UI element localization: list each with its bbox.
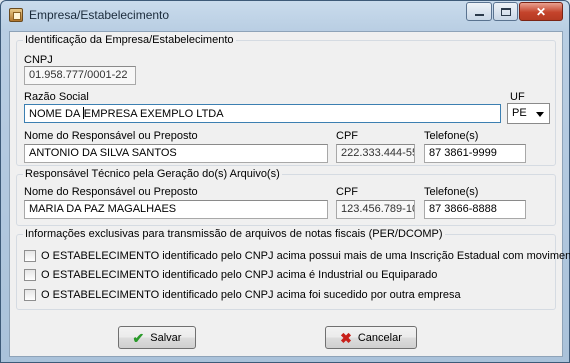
razao-social-text-before: NOME DA [29, 108, 83, 120]
group-responsavel-tecnico-legend: Responsável Técnico pela Geração do(s) A… [23, 168, 282, 180]
checkbox-label: O ESTABELECIMENTO identificado pelo CNPJ… [41, 289, 461, 301]
maximize-button[interactable] [493, 2, 518, 21]
tecnico-responsavel-field[interactable]: MARIA DA PAZ MAGALHAES [24, 200, 328, 219]
razao-social-field[interactable]: NOME DA EMPRESA EXEMPLO LTDA [24, 104, 501, 123]
cpf-label: CPF [336, 130, 358, 142]
save-button[interactable]: ✔ Salvar [118, 326, 196, 349]
group-informacoes-legend: Informações exclusivas para transmissão … [23, 228, 445, 240]
checkmark-icon: ✔ [132, 329, 145, 346]
tecnico-cpf-label: CPF [336, 186, 358, 198]
uf-selected-value: PE [512, 107, 527, 119]
checkbox[interactable] [24, 250, 36, 262]
checkbox-row[interactable]: O ESTABELECIMENTO identificado pelo CNPJ… [24, 268, 437, 282]
checkbox-row[interactable]: O ESTABELECIMENTO identificado pelo CNPJ… [24, 249, 570, 263]
cancel-button-label: Cancelar [357, 331, 402, 344]
uf-label: UF [510, 91, 525, 103]
tecnico-telefone-field[interactable]: 87 3866-8888 [424, 200, 526, 219]
cancel-button[interactable]: ✖ Cancelar [325, 326, 417, 349]
tecnico-responsavel-label: Nome do Responsável ou Preposto [24, 186, 198, 198]
cpf-field[interactable]: 222.333.444-55 [336, 144, 415, 163]
minimize-icon [474, 13, 484, 16]
telefone-label: Telefone(s) [424, 130, 479, 142]
close-button[interactable]: ✕ [519, 2, 563, 21]
razao-social-label: Razão Social [24, 91, 89, 103]
responsavel-field[interactable]: ANTONIO DA SILVA SANTOS [24, 144, 328, 163]
checkbox-label: O ESTABELECIMENTO identificado pelo CNPJ… [41, 250, 570, 262]
checkbox[interactable] [24, 289, 36, 301]
cnpj-label: CNPJ [24, 54, 53, 66]
razao-social-text-after: EMPRESA EXEMPLO LTDA [83, 108, 224, 120]
minimize-button[interactable] [466, 2, 492, 21]
checkbox-row[interactable]: O ESTABELECIMENTO identificado pelo CNPJ… [24, 288, 461, 302]
x-icon: ✖ [340, 329, 352, 346]
building-icon [9, 8, 23, 22]
tecnico-telefone-label: Telefone(s) [424, 186, 479, 198]
dialog-body: Identificação da Empresa/Estabelecimento… [9, 31, 570, 357]
dialog-window: Empresa/Estabelecimento ✕ Identificação … [0, 0, 570, 363]
responsavel-label: Nome do Responsável ou Preposto [24, 130, 198, 142]
window-title: Empresa/Estabelecimento [29, 8, 170, 22]
group-identificacao-legend: Identificação da Empresa/Estabelecimento [23, 34, 236, 46]
chevron-down-icon [536, 112, 544, 117]
save-button-label: Salvar [150, 331, 182, 344]
tecnico-cpf-field[interactable]: 123.456.789-10 [336, 200, 415, 219]
close-icon: ✕ [535, 4, 547, 19]
telefone-field[interactable]: 87 3861-9999 [424, 144, 526, 163]
maximize-icon [500, 7, 511, 16]
cnpj-field[interactable]: 01.958.777/0001-22 [24, 66, 136, 85]
title-bar[interactable]: Empresa/Estabelecimento ✕ [1, 1, 569, 31]
checkbox[interactable] [24, 269, 36, 281]
checkbox-label: O ESTABELECIMENTO identificado pelo CNPJ… [41, 269, 438, 281]
uf-select[interactable]: PE [507, 103, 550, 124]
